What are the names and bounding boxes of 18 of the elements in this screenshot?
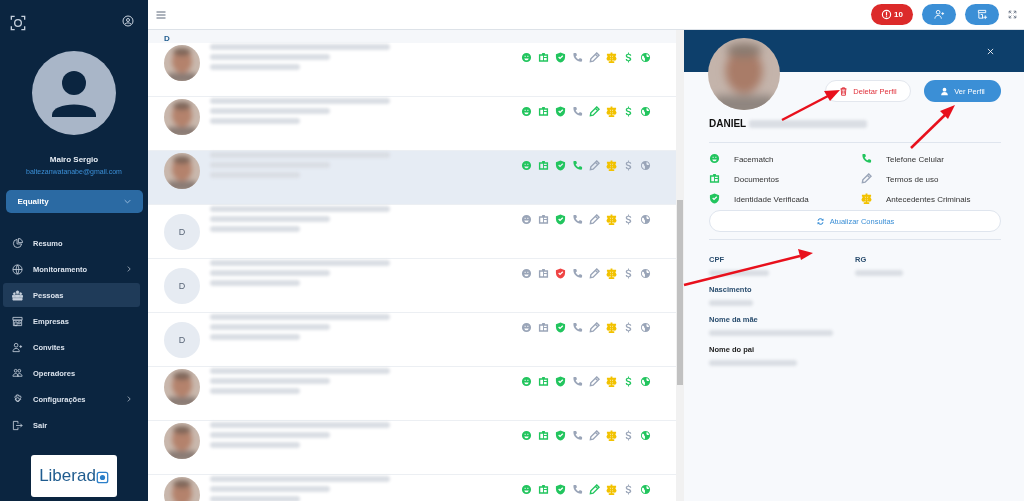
organization-select[interactable]: Equality bbox=[5, 190, 143, 213]
user-name: Mairo Sergio bbox=[49, 155, 99, 164]
person-row[interactable]: D bbox=[148, 259, 676, 313]
avatar-initial: D bbox=[164, 268, 200, 304]
check-label: Documentos bbox=[734, 175, 779, 184]
person-name: DANIEL bbox=[709, 118, 747, 129]
alert-button[interactable]: 10 bbox=[871, 4, 913, 25]
avatar-initial: D bbox=[164, 322, 200, 358]
check-label: Identidade Verificada bbox=[734, 195, 809, 204]
person-row[interactable]: D bbox=[148, 313, 676, 367]
check-label: Facematch bbox=[734, 155, 774, 164]
section-letter: D bbox=[148, 30, 676, 43]
check-label: Antecedentes Criminais bbox=[886, 195, 971, 204]
avatar-initial: D bbox=[164, 214, 200, 250]
person-row[interactable]: D bbox=[148, 205, 676, 259]
check-label: Telefone Celular bbox=[886, 155, 944, 164]
check-label: Termos de uso bbox=[886, 175, 939, 184]
logo-text: Liberad bbox=[39, 466, 96, 486]
